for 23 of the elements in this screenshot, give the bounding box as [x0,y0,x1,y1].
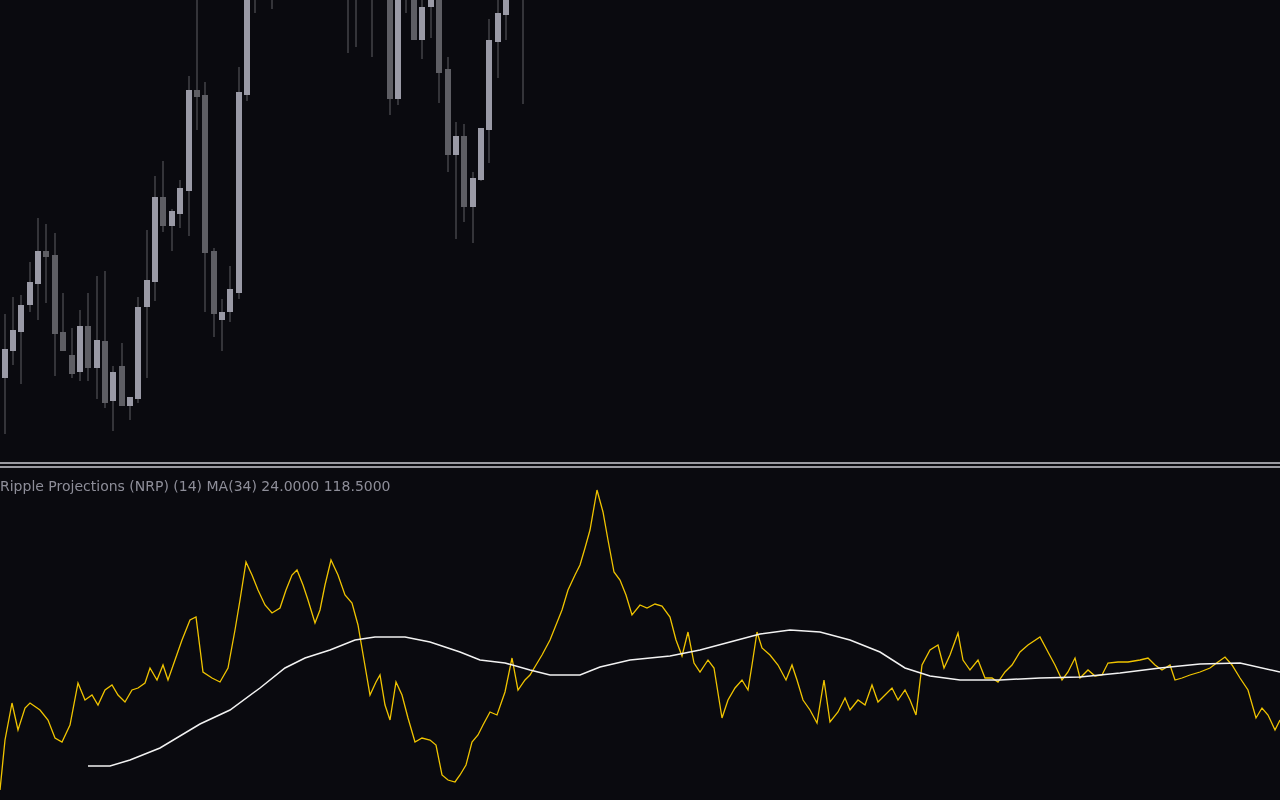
candlestick [371,0,373,58]
candlestick [355,0,357,48]
candlestick [127,396,133,421]
candlestick [405,0,407,14]
candlestick [177,179,183,229]
candlestick [69,327,75,379]
indicator-label: Ripple Projections (NRP) (14) MA(34) 24.0000 118.5000 [0,478,391,494]
candlestick [119,342,125,407]
candlestick [27,261,33,313]
candlestick [10,296,16,366]
candlestick [428,0,434,39]
candlestick [110,365,116,432]
candlestick [271,0,273,10]
candlestick [478,127,484,182]
candlestick [411,0,417,41]
candlestick [254,0,256,14]
candlestick [219,298,225,352]
candlestick [347,0,349,54]
candlestick [60,292,66,352]
candlestick [419,0,425,60]
candlestick [227,265,233,323]
candlestick [503,0,509,41]
candlestick [169,208,175,252]
